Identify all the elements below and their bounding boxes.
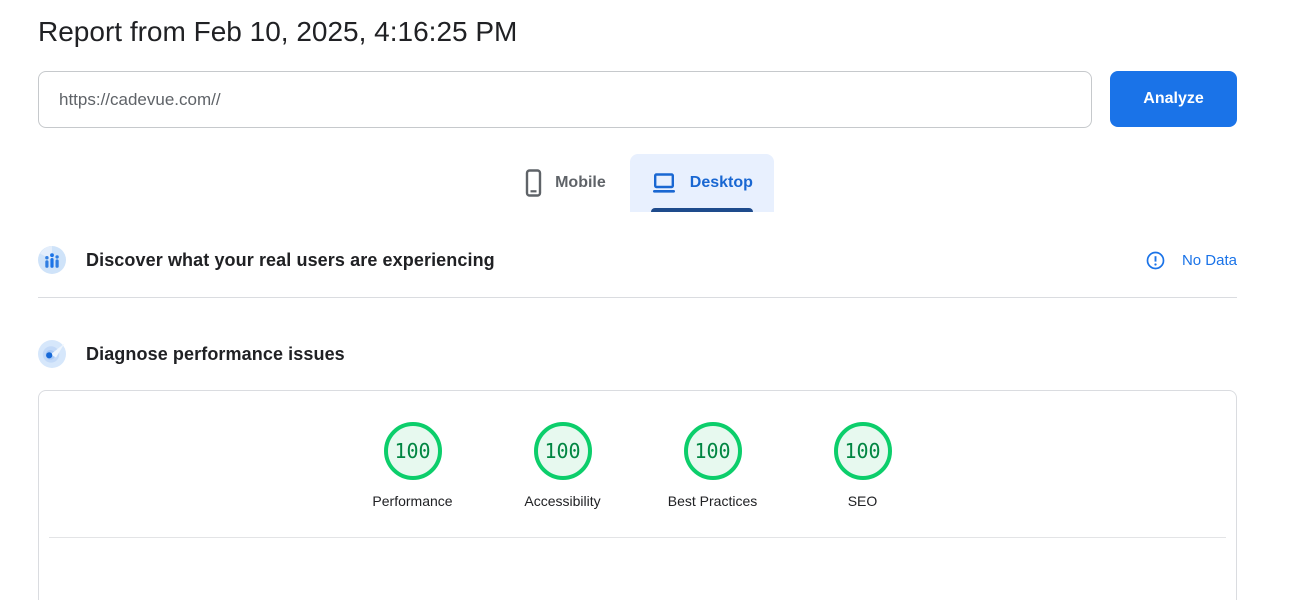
lab-report-card: 100 Performance 100 Accessibility 100 Be… — [38, 390, 1237, 600]
page-content: Report from Feb 10, 2025, 4:16:25 PM Ana… — [38, 16, 1237, 600]
url-input[interactable] — [38, 71, 1092, 128]
tab-desktop[interactable]: Desktop — [630, 154, 774, 212]
score-label: Performance — [372, 493, 452, 509]
field-data-heading: Discover what your real users are experi… — [86, 250, 495, 271]
score-gauge: 100 — [534, 422, 592, 480]
score-value: 100 — [544, 439, 580, 463]
score-gauge: 100 — [384, 422, 442, 480]
active-tab-indicator — [651, 208, 753, 212]
score-best-practices[interactable]: 100 Best Practices — [638, 422, 788, 509]
score-seo[interactable]: 100 SEO — [788, 422, 938, 509]
device-tabs: Mobile Desktop — [38, 154, 1237, 212]
alert-circle-icon — [1146, 251, 1165, 270]
score-value: 100 — [694, 439, 730, 463]
score-gauge: 100 — [834, 422, 892, 480]
score-performance[interactable]: 100 Performance — [338, 422, 488, 509]
score-label: SEO — [848, 493, 878, 509]
no-data-label: No Data — [1182, 252, 1237, 269]
category-scores-row: 100 Performance 100 Accessibility 100 Be… — [39, 391, 1236, 509]
page-title: Report from Feb 10, 2025, 4:16:25 PM — [38, 16, 1237, 48]
score-label: Best Practices — [668, 493, 757, 509]
tab-desktop-label: Desktop — [690, 174, 753, 192]
lab-data-heading: Diagnose performance issues — [86, 344, 345, 365]
analyze-button[interactable]: Analyze — [1110, 71, 1237, 127]
score-value: 100 — [394, 439, 430, 463]
tab-mobile-label: Mobile — [555, 174, 606, 192]
score-gauge: 100 — [684, 422, 742, 480]
field-data-icon — [38, 246, 66, 274]
score-label: Accessibility — [524, 493, 600, 509]
smartphone-icon — [525, 169, 542, 197]
tab-mobile[interactable]: Mobile — [501, 154, 630, 212]
field-data-section-header: Discover what your real users are experi… — [38, 246, 1237, 274]
lab-data-section-header: Diagnose performance issues — [38, 340, 1237, 368]
field-data-status[interactable]: No Data — [1146, 251, 1237, 270]
score-value: 100 — [844, 439, 880, 463]
section-divider — [38, 297, 1237, 298]
laptop-icon — [651, 171, 677, 195]
lab-data-icon — [38, 340, 66, 368]
card-divider — [49, 537, 1226, 538]
score-accessibility[interactable]: 100 Accessibility — [488, 422, 638, 509]
url-bar: Analyze — [38, 71, 1237, 128]
